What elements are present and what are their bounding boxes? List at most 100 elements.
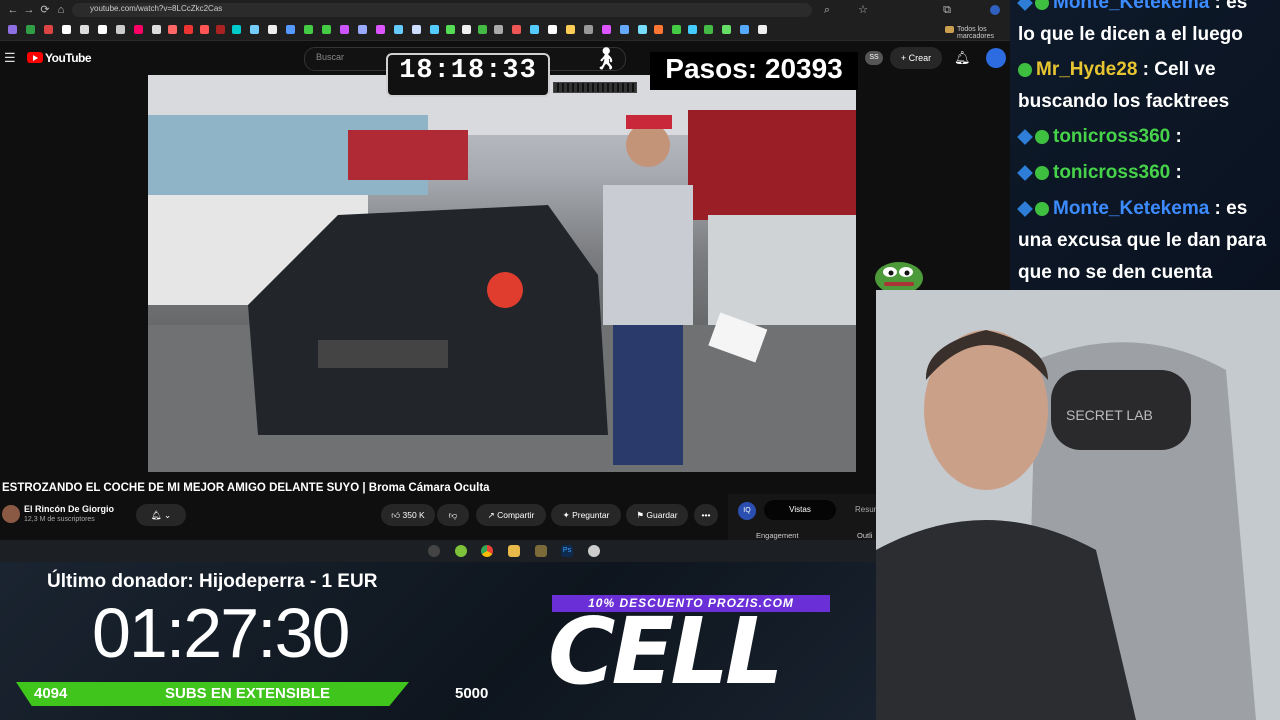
share-icon: ↗ [487, 510, 498, 520]
chat-username[interactable]: Mr_Hyde28 [1036, 59, 1137, 80]
notifications-button[interactable]: 🔔︎ ⌄ [136, 504, 186, 526]
zoom-icon[interactable]: ⌕ [820, 3, 834, 17]
forward-icon[interactable]: → [22, 3, 36, 17]
youtube-logo-text[interactable]: YouTube [45, 51, 92, 65]
bookmark-icon[interactable] [184, 25, 193, 34]
bookmark-icon[interactable] [620, 25, 629, 34]
bookmark-icon[interactable] [394, 25, 403, 34]
bookmark-icon[interactable] [530, 25, 539, 34]
person-head [626, 123, 670, 167]
bookmark-icon[interactable] [116, 25, 125, 34]
bookmark-icon[interactable] [654, 25, 663, 34]
back-icon[interactable]: ← [6, 3, 20, 17]
video-player[interactable] [148, 75, 856, 472]
photoshop-icon[interactable]: Ps [561, 545, 573, 557]
like-button[interactable]: 👍︎ 350 K [381, 504, 435, 526]
sparkle-icon: ✦ [562, 510, 573, 520]
bookmark-icon[interactable] [638, 25, 647, 34]
dislike-button[interactable]: 👎︎ [437, 504, 469, 526]
bookmark-icon[interactable] [62, 25, 71, 34]
bell-icon[interactable]: 🔔︎ [954, 50, 971, 66]
home-icon[interactable]: ⌂ [54, 3, 68, 17]
bookmark-icon[interactable] [358, 25, 367, 34]
bookmark-icon[interactable] [758, 25, 767, 34]
more-actions-button[interactable]: ••• [694, 504, 718, 526]
channel-avatar[interactable] [2, 505, 20, 523]
profile-icon[interactable] [990, 5, 1000, 15]
bookmark-icon[interactable] [602, 25, 611, 34]
chat-text: : [1170, 126, 1182, 147]
chat-username[interactable]: tonicross360 [1053, 162, 1170, 183]
thumb-up-icon: 👍︎ [391, 510, 403, 520]
bookmark-icon[interactable] [446, 25, 455, 34]
bookmark-icon[interactable] [216, 25, 225, 34]
chat-text: lo que le dicen a el luego [1018, 24, 1243, 45]
tab-vistas[interactable]: Vistas [764, 500, 836, 520]
bookmarks-folder-label[interactable]: Todos los marcadores [957, 26, 1010, 40]
bookmark-icon[interactable] [412, 25, 421, 34]
bookmark-icon[interactable] [268, 25, 277, 34]
bookmark-icon: ⚑ [636, 510, 647, 520]
ask-button[interactable]: ✦ Preguntar [551, 504, 621, 526]
bookmark-icon[interactable] [168, 25, 177, 34]
bookmark-icon[interactable] [152, 25, 161, 34]
chat-message: Mr_Hyde28 : Cell ve [1018, 59, 1216, 81]
bookmark-icon[interactable] [722, 25, 731, 34]
bookmark-icon[interactable] [80, 25, 89, 34]
clock-text: 18:18:33 [399, 56, 537, 86]
avatar[interactable] [986, 48, 1006, 68]
url-text: youtube.com/watch?v=8LCcZkc2Cas [90, 4, 223, 13]
bookmark-icon[interactable] [478, 25, 487, 34]
minecraft-icon[interactable] [535, 545, 547, 557]
bookmark-icon[interactable] [286, 25, 295, 34]
obs-icon[interactable] [428, 545, 440, 557]
bookmark-icon[interactable] [44, 25, 53, 34]
menu-icon[interactable]: ☰ [4, 50, 16, 66]
bookmark-icon[interactable] [430, 25, 439, 34]
bookmark-icon[interactable] [512, 25, 521, 34]
chat-username[interactable]: Monte_Ketekema [1053, 0, 1209, 13]
share-label: Compartir [497, 510, 535, 520]
share-button[interactable]: ↗ Compartir [476, 504, 546, 526]
brand-logo: CELL [548, 598, 784, 705]
reload-icon[interactable]: ⟳ [38, 3, 52, 17]
bookmark-icon[interactable] [548, 25, 557, 34]
bookmark-icon[interactable] [704, 25, 713, 34]
bookmark-icon[interactable] [98, 25, 107, 34]
bookmark-icon[interactable] [134, 25, 143, 34]
bookmark-icon[interactable] [688, 25, 697, 34]
subscriber-badge-icon [1017, 129, 1033, 145]
bookmark-icon[interactable] [200, 25, 209, 34]
person-jacket [603, 185, 693, 325]
bookmark-icon[interactable] [322, 25, 331, 34]
bookmark-icon[interactable] [584, 25, 593, 34]
account-badge[interactable]: SS [865, 51, 883, 65]
folder-icon[interactable] [508, 545, 520, 557]
folder-icon [945, 26, 954, 33]
bookmark-icon[interactable] [304, 25, 313, 34]
webcam-frame: SECRET LAB [876, 290, 1280, 720]
create-button[interactable]: + Crear [890, 47, 942, 69]
bookmark-icon[interactable] [26, 25, 35, 34]
channel-name[interactable]: El Rincón De Giorgio [24, 504, 114, 514]
chat-username[interactable]: tonicross360 [1053, 126, 1170, 147]
bookmark-icon[interactable] [462, 25, 471, 34]
app-icon[interactable] [455, 545, 467, 557]
save-button[interactable]: ⚑ Guardar [626, 504, 688, 526]
engagement-label: Engagement [756, 531, 799, 540]
bookmark-icon[interactable] [8, 25, 17, 34]
bookmark-icon[interactable] [340, 25, 349, 34]
bookmark-icon[interactable] [494, 25, 503, 34]
bookmark-icon[interactable] [740, 25, 749, 34]
chat-message: Monte_Ketekema : es [1017, 0, 1247, 14]
bookmark-icon[interactable] [566, 25, 575, 34]
bookmark-icon[interactable] [232, 25, 241, 34]
chrome-icon[interactable] [481, 545, 493, 557]
star-icon[interactable]: ☆ [856, 3, 870, 17]
bookmark-icon[interactable] [672, 25, 681, 34]
app-icon[interactable] [588, 545, 600, 557]
chat-username[interactable]: Monte_Ketekema [1053, 198, 1209, 219]
bookmark-icon[interactable] [376, 25, 385, 34]
bookmark-icon[interactable] [250, 25, 259, 34]
extensions-icon[interactable]: ⧉ [940, 3, 954, 17]
